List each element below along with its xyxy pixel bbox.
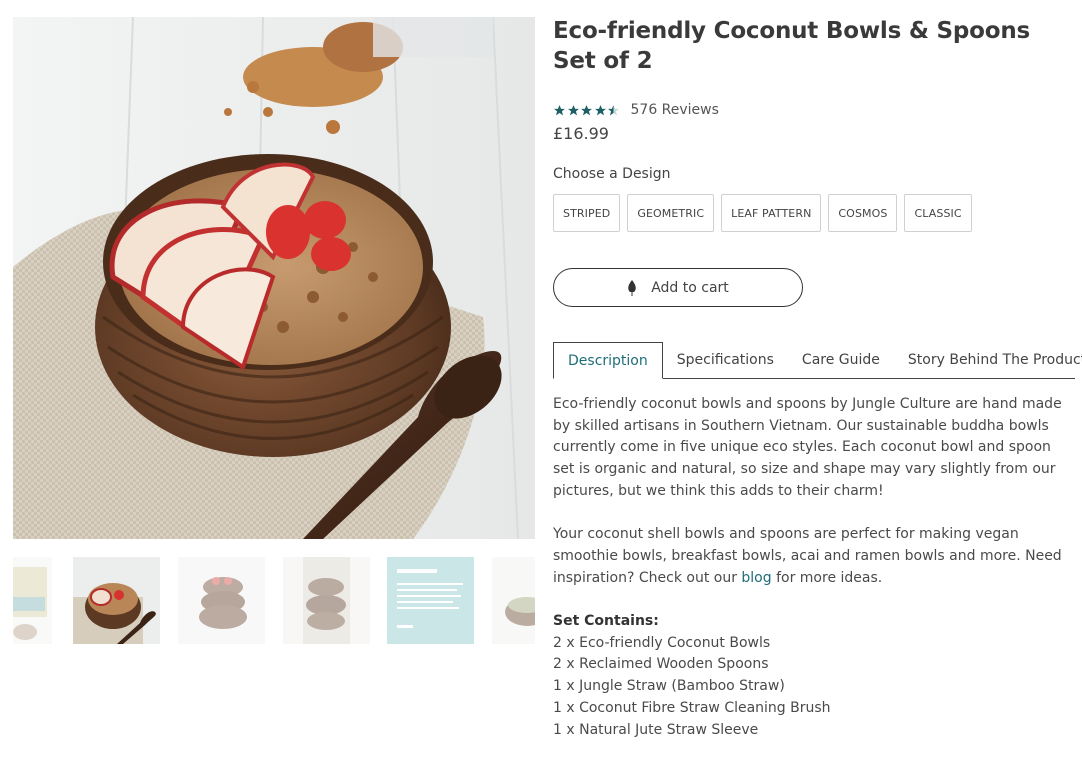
design-options: STRIPED GEOMETRIC LEAF PATTERN COSMOS CL… <box>553 194 979 232</box>
star-icon <box>594 104 606 115</box>
product-tabs: Description Specifications Care Guide St… <box>553 342 1082 379</box>
design-option-cosmos[interactable]: COSMOS <box>828 194 898 232</box>
star-rating <box>553 104 621 117</box>
list-item: 1 x Natural Jute Straw Sleeve <box>553 721 759 738</box>
description-paragraph-2: Your coconut shell bowls and spoons are … <box>553 524 1075 589</box>
thumbnail-strip <box>13 557 535 644</box>
blog-link[interactable]: blog <box>741 570 771 586</box>
rating-row: 576 Reviews <box>553 100 719 120</box>
product-title: Eco-friendly Coconut Bowls & Spoons Set … <box>553 18 1031 74</box>
add-to-cart-button[interactable]: Add to cart <box>553 268 803 307</box>
leaf-icon <box>628 279 636 296</box>
thumbnail-box-packaging[interactable] <box>13 557 52 644</box>
tab-care-guide[interactable]: Care Guide <box>788 342 894 378</box>
list-item: 1 x Jungle Straw (Bamboo Straw) <box>553 678 785 695</box>
tab-story-behind-the-product[interactable]: Story Behind The Product <box>894 342 1082 378</box>
design-option-striped[interactable]: STRIPED <box>553 194 621 232</box>
description-panel: Eco-friendly coconut bowls and spoons by… <box>553 394 1075 741</box>
design-option-geometric[interactable]: GEOMETRIC <box>627 194 715 232</box>
design-label: Choose a Design <box>553 166 671 182</box>
thumbnail-bowl-side[interactable] <box>492 557 535 644</box>
thumbnail-stacked-bowls[interactable] <box>178 557 265 644</box>
star-icon <box>567 104 579 115</box>
set-contains-heading: Set Contains: <box>553 613 659 629</box>
tab-description[interactable]: Description <box>553 342 663 379</box>
star-icon <box>581 104 592 115</box>
thumbnail-bowl-with-spoon[interactable] <box>73 557 160 644</box>
thumbnail-review-card[interactable] <box>387 557 474 644</box>
set-contents-list: 2 x Eco-friendly Coconut Bowls 2 x Recla… <box>553 633 1075 742</box>
design-option-leaf-pattern[interactable]: LEAF PATTERN <box>721 194 822 232</box>
star-icon <box>554 104 565 115</box>
reviews-link[interactable]: 576 Reviews <box>631 102 719 118</box>
list-item: 1 x Coconut Fibre Straw Cleaning Brush <box>553 699 831 716</box>
half-star-icon <box>608 104 619 115</box>
list-item: 2 x Eco-friendly Coconut Bowls <box>553 634 771 651</box>
tab-specifications[interactable]: Specifications <box>663 342 788 378</box>
description-paragraph-2-end: for more ideas. <box>771 569 883 586</box>
add-to-cart-label: Add to cart <box>651 279 729 296</box>
list-item: 2 x Reclaimed Wooden Spoons <box>553 656 769 673</box>
thumbnail-bowls-held[interactable] <box>283 557 370 644</box>
main-product-image[interactable] <box>13 17 535 539</box>
design-option-classic[interactable]: CLASSIC <box>904 194 972 232</box>
description-paragraph-1: Eco-friendly coconut bowls and spoons by… <box>553 396 1062 499</box>
product-price: £16.99 <box>553 124 609 143</box>
